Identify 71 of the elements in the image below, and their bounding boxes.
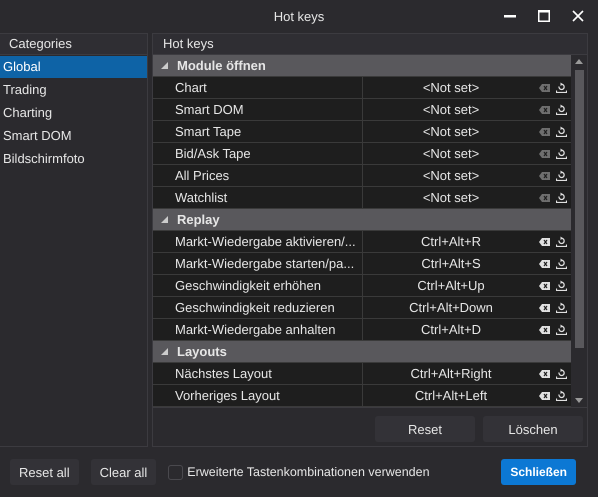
- reset-icon[interactable]: [556, 126, 567, 137]
- hotkey-name: Vorheriges Layout: [153, 385, 363, 406]
- collapse-icon: [161, 216, 168, 223]
- hotkey-name: Smart Tape: [153, 121, 363, 142]
- hotkey-value[interactable]: Ctrl+Alt+R: [363, 231, 539, 252]
- reset-all-button[interactable]: Reset all: [10, 459, 79, 485]
- maximize-icon[interactable]: [538, 10, 550, 22]
- scroll-down-icon[interactable]: [575, 398, 583, 403]
- hotkey-value[interactable]: Ctrl+Alt+D: [363, 319, 539, 340]
- window-title: Hot keys: [274, 9, 324, 24]
- reset-icon[interactable]: [556, 82, 567, 93]
- category-item[interactable]: Smart DOM: [0, 125, 147, 147]
- hotkey-name: Geschwindigkeit reduzieren: [153, 297, 363, 318]
- group-header[interactable]: Layouts: [153, 341, 571, 363]
- collapse-icon: [161, 62, 168, 69]
- reset-icon[interactable]: [556, 148, 567, 159]
- group-header[interactable]: Module öffnen: [153, 55, 571, 77]
- panel-header: Hot keys: [153, 34, 587, 55]
- reset-icon[interactable]: [556, 170, 567, 181]
- close-button[interactable]: Schließen: [501, 459, 576, 485]
- hotkey-name: Markt-Wiedergabe starten/pa...: [153, 253, 363, 274]
- panel-header: Categories: [0, 34, 147, 55]
- hotkey-value[interactable]: Ctrl+Alt+Down: [363, 297, 539, 318]
- hotkey-name: All Prices: [153, 165, 363, 186]
- hotkey-value[interactable]: <Not set>: [363, 99, 539, 120]
- hotkey-value[interactable]: Ctrl+Alt+Up: [363, 275, 539, 296]
- checkbox[interactable]: [168, 464, 184, 480]
- backspace-icon[interactable]: [539, 260, 550, 268]
- reset-icon[interactable]: [556, 368, 567, 379]
- backspace-icon[interactable]: [539, 392, 550, 400]
- reset-icon[interactable]: [556, 280, 567, 291]
- hotkey-name: Watchlist: [153, 187, 363, 208]
- reset-icon[interactable]: [556, 258, 567, 269]
- reset-icon[interactable]: [556, 390, 567, 401]
- hotkey-value[interactable]: <Not set>: [363, 77, 539, 98]
- backspace-icon[interactable]: [539, 238, 550, 246]
- group-header[interactable]: Replay: [153, 209, 571, 231]
- close-icon[interactable]: [572, 10, 584, 22]
- hotkey-value[interactable]: <Not set>: [363, 121, 539, 142]
- category-item[interactable]: Charting: [0, 102, 147, 124]
- collapse-icon: [161, 348, 168, 355]
- reset-icon[interactable]: [556, 236, 567, 247]
- panel-button[interactable]: Löschen: [483, 416, 583, 442]
- reset-icon[interactable]: [556, 104, 567, 115]
- hotkey-name: Geschwindigkeit erhöhen: [153, 275, 363, 296]
- backspace-icon[interactable]: [539, 370, 550, 378]
- clear-all-button[interactable]: Clear all: [90, 459, 156, 485]
- panel-button[interactable]: Reset: [375, 416, 475, 442]
- hotkey-name: Markt-Wiedergabe aktivieren/...: [153, 231, 363, 252]
- scroll-up-icon[interactable]: [575, 59, 583, 64]
- hotkey-name: Chart: [153, 77, 363, 98]
- checkbox-label: Erweiterte Tastenkombinationen verwenden: [187, 465, 430, 479]
- hotkey-value[interactable]: <Not set>: [363, 143, 539, 164]
- category-item[interactable]: Bildschirmfoto: [0, 148, 147, 170]
- hotkey-name: Bid/Ask Tape: [153, 143, 363, 164]
- reset-icon[interactable]: [556, 302, 567, 313]
- hotkey-value[interactable]: Ctrl+Alt+Left: [363, 385, 539, 406]
- reset-icon[interactable]: [556, 192, 567, 203]
- hotkey-value[interactable]: Ctrl+Alt+S: [363, 253, 539, 274]
- backspace-icon[interactable]: [539, 282, 550, 290]
- backspace-icon[interactable]: [539, 304, 550, 312]
- backspace-icon[interactable]: [539, 326, 550, 334]
- hotkey-value[interactable]: <Not set>: [363, 165, 539, 186]
- category-item[interactable]: Global: [0, 56, 147, 78]
- hotkey-value[interactable]: <Not set>: [363, 187, 539, 208]
- reset-icon[interactable]: [556, 324, 567, 335]
- hotkey-name: Markt-Wiedergabe anhalten: [153, 319, 363, 340]
- hotkey-value[interactable]: Ctrl+Alt+Right: [363, 363, 539, 384]
- hotkey-name: Nächstes Layout: [153, 363, 363, 384]
- category-item[interactable]: Trading: [0, 79, 147, 101]
- hotkey-name: Smart DOM: [153, 99, 363, 120]
